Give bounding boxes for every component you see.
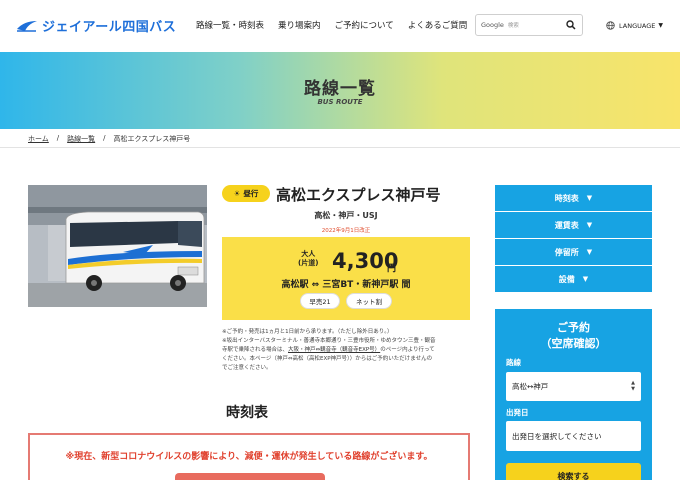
site-search-input[interactable]: Google 検索: [475, 14, 583, 36]
breadcrumb-routes[interactable]: 路線一覧: [67, 134, 95, 144]
page-hero: 路線一覧 BUS ROUTE: [0, 52, 680, 129]
route-select-value: 高松↔神戸: [512, 382, 549, 391]
main-nav: 路線一覧・時刻表 乗り場案内 ご予約について よくあるご質問: [196, 19, 467, 31]
note-line: ください。本ページ（神戸⇔高松（高松EXP神戸号））からはご予約いただけませんの: [222, 356, 433, 362]
breadcrumb-separator: /: [56, 134, 60, 142]
kanonji-route-link[interactable]: 大阪・神戸⇔観音寺（観音寺EXP号）: [288, 347, 380, 353]
fare-label: 大人 (片道): [298, 250, 319, 267]
note-line: 寺駅で乗降される場合は、大阪・神戸⇔観音寺（観音寺EXP号）のページ内より行って: [222, 347, 435, 353]
discount-tag-net: ネット割: [346, 293, 392, 309]
route-title: 高松エクスプレス神戸号: [276, 186, 441, 204]
sidebar-item-label: 運賃表: [554, 220, 579, 230]
sidebar-item-label: 設備: [558, 274, 575, 284]
search-placeholder: 検索: [507, 23, 519, 29]
select-arrows-icon: ▲ ▼: [631, 380, 635, 392]
daytime-badge: ☀ 昼行: [222, 185, 270, 202]
bus-photo: [28, 185, 207, 307]
sidebar-nav: 時刻表 ▼ 運賃表 ▼ 停留所 ▼ 設備 ▼: [495, 185, 652, 293]
caret-down-icon: ▼: [582, 275, 589, 283]
breadcrumb: ホーム / 路線一覧 / 高松エクスプレス神戸号: [28, 134, 190, 144]
sidebar-item-label: 停留所: [554, 247, 579, 257]
caret-down-icon: ▼: [586, 194, 593, 202]
sidebar-item-fares[interactable]: 運賃表 ▼: [495, 212, 652, 238]
note-line: ※ご予約・発売は1ヵ月と1日前から承ります。（ただし除外日あり。）: [222, 329, 393, 335]
breadcrumb-current: 高松エクスプレス神戸号: [113, 135, 191, 143]
site-header: ジェイアール四国バス 路線一覧・時刻表 乗り場案内 ご予約について よくあるご質…: [0, 0, 680, 52]
search-icon[interactable]: [566, 20, 576, 30]
covid-warning-text: ※現在、新型コロナウイルスの影響により、減便・運休が発生している路線がございます…: [65, 452, 433, 462]
language-label: LANGUAGE: [619, 21, 656, 30]
logo-swoosh-icon: [17, 20, 37, 32]
note-line: ※坂出インターバスターミナル・善通寺本郷通り・三豊市役所・ゆめタウン三豊・観音: [222, 338, 436, 344]
sidebar-item-label: 時刻表: [554, 193, 579, 203]
nav-routes-timetable[interactable]: 路線一覧・時刻表: [196, 19, 264, 31]
badge-label: 昼行: [243, 189, 259, 198]
caret-down-icon: ▼: [658, 22, 663, 29]
language-selector[interactable]: LANGUAGE ▼: [606, 21, 663, 30]
fare-box: 大人 (片道) 4,300 円 高松駅 ⇔ 三宮BT・新神戸駅 間 早売21 ネッ…: [222, 237, 470, 320]
page-subtitle: BUS ROUTE: [317, 98, 363, 106]
breadcrumb-home[interactable]: ホーム: [28, 134, 49, 144]
divider: [0, 147, 680, 148]
caret-down-icon: ▼: [586, 221, 593, 229]
sidebar-item-stops[interactable]: 停留所 ▼: [495, 239, 652, 265]
discount-tag-early: 早売21: [300, 293, 340, 309]
search-button[interactable]: 検索する: [506, 463, 641, 480]
globe-icon: [606, 21, 615, 30]
covid-warning-box: ※現在、新型コロナウイルスの影響により、減便・運休が発生している路線がございます…: [28, 433, 470, 480]
reservation-panel: ご予約 （空席確認） 路線 高松↔神戸 ▲ ▼ 出発日 出発日を選択してください …: [495, 309, 652, 480]
date-field-label: 出発日: [506, 408, 529, 417]
departure-date-input[interactable]: 出発日を選択してください: [506, 421, 641, 451]
sun-icon: ☀: [233, 189, 241, 198]
sidebar-item-timetable[interactable]: 時刻表 ▼: [495, 185, 652, 211]
route-select[interactable]: 高松↔神戸 ▲ ▼: [506, 372, 641, 401]
search-brand: Google: [481, 21, 504, 29]
fare-unit: 円: [387, 264, 397, 274]
timetable-heading: 時刻表: [226, 405, 268, 421]
breadcrumb-separator: /: [103, 134, 106, 142]
logo-text: ジェイアール四国バス: [42, 20, 177, 35]
reservation-title: ご予約 （空席確認）: [540, 321, 607, 350]
route-field-label: 路線: [506, 358, 521, 367]
note-line: でご注意ください。: [222, 365, 272, 371]
sidebar-item-facilities[interactable]: 設備 ▼: [495, 266, 652, 292]
caret-down-icon: ▼: [586, 248, 593, 256]
warning-details-button[interactable]: [175, 473, 325, 480]
nav-boarding-guide[interactable]: 乗り場案内: [278, 19, 321, 31]
route-subtitle: 高松・神戸・USJ: [314, 211, 378, 220]
page-title: 路線一覧: [304, 79, 376, 99]
revision-date: 2022年9月1日改正: [321, 228, 371, 234]
site-logo[interactable]: ジェイアール四国バス: [16, 16, 176, 35]
nav-reservation-info[interactable]: ご予約について: [335, 19, 394, 31]
nav-faq[interactable]: よくあるご質問: [408, 19, 468, 31]
fare-stops: 高松駅 ⇔ 三宮BT・新神戸駅 間: [281, 280, 411, 290]
route-notes: ※ご予約・発売は1ヵ月と1日前から承ります。（ただし除外日あり。） ※坂出インタ…: [222, 328, 470, 373]
